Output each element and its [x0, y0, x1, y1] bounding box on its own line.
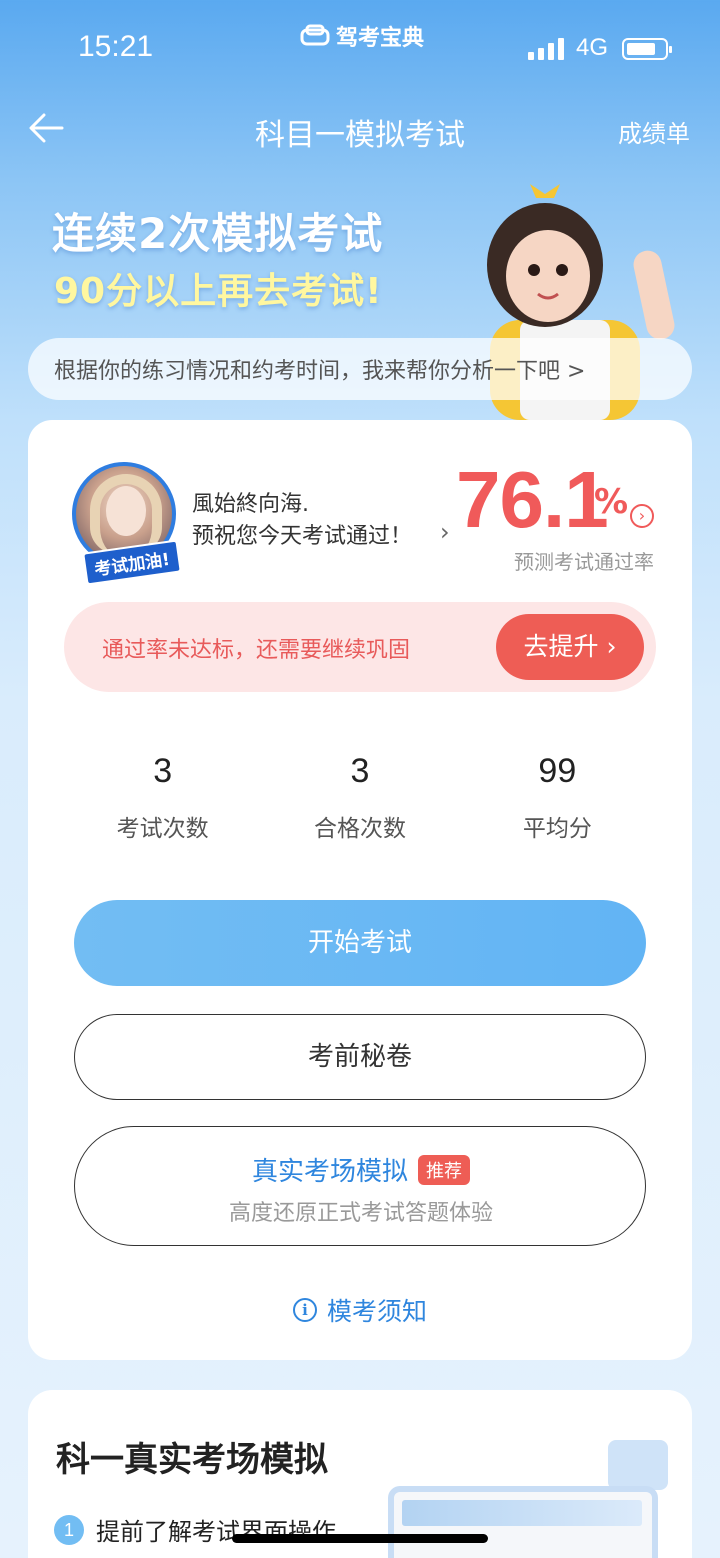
real-exam-section: 科一真实考场模拟 1 提前了解考试界面操作: [28, 1390, 692, 1558]
stat-average-score: 99 平均分: [459, 752, 656, 852]
pass-rate-value: 76.1: [456, 455, 609, 544]
username: 風始終向海.: [192, 492, 309, 517]
score-report-link[interactable]: 成绩单: [618, 114, 690, 149]
nav-bar: 科目一模拟考试 成绩单: [0, 100, 720, 158]
stat-pass-count: 3 合格次数: [261, 752, 458, 852]
real-exam-subtitle: 高度还原正式考试答题体验: [228, 1201, 493, 1226]
network-type: 4G: [576, 34, 609, 61]
exam-card: 考试加油! 風始終向海. 预祝您今天考试通过！ › 76.1 % › 预测考试通…: [28, 420, 692, 1360]
real-exam-sim-button[interactable]: 真实考场模拟 推荐 高度还原正式考试答题体验: [74, 1126, 646, 1246]
analysis-prompt[interactable]: 根据你的练习情况和约考时间，我来帮你分析一下吧 >: [28, 338, 692, 400]
exam-notice-link[interactable]: i 模考须知: [28, 1292, 692, 1328]
stat-label: 合格次数: [313, 816, 406, 842]
secret-paper-button[interactable]: 考前秘卷: [74, 1014, 646, 1100]
stat-value: 3: [350, 752, 370, 790]
avatar[interactable]: 考试加油!: [72, 462, 182, 586]
rate-detail-icon[interactable]: ›: [630, 504, 654, 528]
avatar-badge: 考试加油!: [82, 539, 182, 586]
exam-screen-preview: [388, 1486, 658, 1558]
promo-subheadline: 90分以上再去考试!: [54, 271, 383, 312]
pass-rate-label: 预测考试通过率: [514, 550, 654, 574]
step-number: 1: [54, 1514, 84, 1545]
stats-row: 3 考试次数 3 合格次数 99 平均分: [64, 752, 656, 852]
stat-exam-count: 3 考试次数: [64, 752, 261, 852]
stat-value: 99: [538, 752, 577, 790]
promo-headline: 连续2次模拟考试: [52, 209, 384, 258]
section-title: 科一真实考场模拟: [56, 1440, 328, 1480]
warning-banner: 通过率未达标，还需要继续巩固 去提升 ›: [64, 602, 656, 692]
real-exam-title: 真实考场模拟: [251, 1157, 408, 1187]
info-icon: i: [292, 1298, 317, 1322]
chevron-right-icon[interactable]: ›: [440, 518, 450, 546]
home-indicator[interactable]: [232, 1534, 488, 1543]
stat-label: 平均分: [522, 816, 592, 842]
status-bar: 15:21 驾考宝典 4G: [0, 0, 720, 96]
check-icon: [608, 1440, 668, 1490]
wish-text[interactable]: 预祝您今天考试通过！: [192, 518, 412, 550]
app-brand-label: 驾考宝典: [336, 26, 425, 51]
exam-notice-label: 模考须知: [326, 1297, 427, 1326]
car-icon: [300, 24, 330, 46]
stat-value: 3: [153, 752, 173, 790]
app-brand: 驾考宝典: [300, 20, 424, 52]
improve-button[interactable]: 去提升 ›: [496, 614, 644, 680]
page-title: 科目一模拟考试: [255, 118, 465, 153]
start-exam-button[interactable]: 开始考试: [74, 900, 646, 986]
warning-text: 通过率未达标，还需要继续巩固: [102, 638, 411, 663]
battery-icon: [622, 38, 672, 60]
stat-label: 考试次数: [116, 816, 209, 842]
signal-icon: [528, 38, 564, 60]
real-exam-title-row: 真实考场模拟 推荐: [75, 1151, 647, 1188]
recommend-badge: 推荐: [418, 1154, 470, 1185]
pass-rate-unit: %: [594, 482, 629, 522]
status-time: 15:21: [78, 30, 154, 63]
improve-button-label: 去提升: [523, 632, 599, 661]
